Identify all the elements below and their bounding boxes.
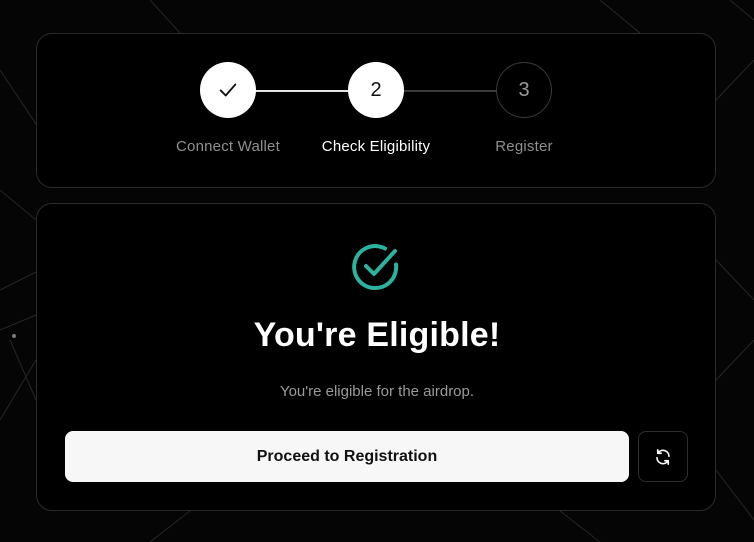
step-1-circle	[200, 62, 256, 118]
proceed-to-registration-button[interactable]: Proceed to Registration	[65, 431, 629, 482]
eligibility-title: You're Eligible!	[253, 316, 501, 354]
step-connector-completed	[255, 90, 349, 92]
step-3-circle: 3	[496, 62, 552, 118]
refresh-icon	[656, 448, 670, 465]
step-3-number: 3	[518, 78, 530, 101]
stepper-card: 2 3 Connect Wallet Check Eligibility Reg…	[36, 33, 716, 188]
check-circle-icon	[352, 244, 399, 290]
step-2-number: 2	[370, 78, 382, 101]
eligibility-message: You're eligible for the airdrop.	[279, 383, 475, 400]
airdrop-page: 2 3 Connect Wallet Check Eligibility Reg…	[0, 0, 754, 542]
step-connector-upcoming	[403, 90, 497, 92]
eligibility-result-card: You're Eligible! You're eligible for the…	[36, 203, 716, 511]
step-2-circle: 2	[348, 62, 404, 118]
step-2-label: Check Eligibility	[321, 138, 431, 155]
checkmark-icon	[219, 83, 237, 97]
refresh-button[interactable]	[638, 431, 688, 482]
step-3-label: Register	[495, 138, 553, 155]
step-1-label: Connect Wallet	[176, 138, 280, 155]
